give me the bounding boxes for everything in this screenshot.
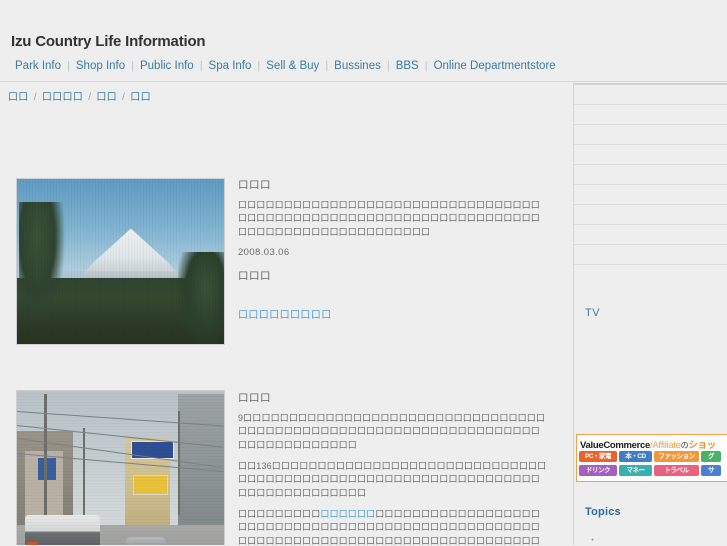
banner-category-fashion[interactable]: ファッション	[654, 451, 699, 462]
sidebar-menu-row[interactable]	[574, 85, 727, 105]
sidebar-menu-row[interactable]	[574, 105, 727, 125]
banner-category-row-2: ドリンク マネー トラベル サ	[579, 465, 721, 476]
banner-category-money[interactable]: マネー	[619, 465, 652, 476]
breadcrumb-item-3[interactable]: 口口	[96, 92, 117, 103]
nav-item-park-info[interactable]: Park Info	[9, 60, 67, 72]
breadcrumb-separator: /	[33, 92, 37, 103]
main-navigation: Park Info | Shop Info | Public Info | Sp…	[9, 60, 562, 72]
sidebar-menu-row[interactable]	[574, 185, 727, 205]
article-date: 2008.03.06	[238, 246, 290, 258]
banner-category-gourmet[interactable]: グ	[701, 451, 721, 462]
nav-item-sell-and-buy[interactable]: Sell & Buy	[260, 60, 325, 72]
article-text-block: 口口口 口口口口口口口口口口口口口口口口口口口口口口口口口口口口口口口口口口口口…	[238, 177, 548, 323]
article-paragraph: 口口口口口口口口口口口口口口口口口口口口口口口口口口口口口口口口口口口口口口口口…	[238, 200, 540, 237]
nav-item-bbs[interactable]: BBS	[390, 60, 425, 72]
breadcrumb-item-4[interactable]: 口口	[130, 92, 151, 103]
page-header: Izu Country Life Information Park Info |…	[0, 0, 727, 82]
sidebar-menu-list	[574, 83, 727, 265]
breadcrumb-item-1[interactable]: 口口	[8, 92, 29, 103]
paragraph-text-before-link: 口口口口口口口口口	[238, 508, 321, 519]
sidebar-tv-link[interactable]: TV	[585, 307, 600, 319]
banner-category-row-1: PC・家電 本・CD ファッション グ	[579, 451, 721, 462]
breadcrumb-separator: /	[122, 92, 126, 103]
photo-grain-overlay	[17, 179, 224, 344]
sidebar-menu-row[interactable]	[574, 205, 727, 225]
mount-fuji-photo[interactable]	[16, 178, 225, 345]
nav-item-spa-info[interactable]: Spa Info	[203, 60, 258, 72]
banner-category-pc-kaden[interactable]: PC・家電	[579, 451, 617, 462]
topics-section-title: Topics	[585, 506, 621, 518]
banner-category-service[interactable]: サ	[701, 465, 721, 476]
nav-item-online-departmentstore[interactable]: Online Departmentstore	[428, 60, 562, 72]
article-detail-link[interactable]: 口口口口口口口口口	[238, 310, 332, 321]
banner-headline: ValueCommerce/Affiliateのショッ	[580, 437, 716, 451]
right-sidebar: TV ValueCommerce/Affiliateのショッ PC・家電 本・C…	[573, 83, 727, 545]
banner-category-books-cd[interactable]: 本・CD	[619, 451, 652, 462]
breadcrumb-separator: /	[88, 92, 92, 103]
street-scene-photo[interactable]	[16, 390, 225, 545]
article-text-block: 口口口 9口口口口口口口口口口口口口口口口口口口口口口口口口口口口口口口口口口口…	[238, 390, 548, 545]
sidebar-menu-row[interactable]	[574, 245, 727, 265]
article-paragraph: 9口口口口口口口口口口口口口口口口口口口口口口口口口口口口口口口口口口口口口口口…	[238, 413, 546, 450]
sidebar-menu-row[interactable]	[574, 165, 727, 185]
sidebar-menu-row[interactable]	[574, 225, 727, 245]
article-heading: 口口口	[238, 392, 271, 404]
inline-article-link[interactable]: 口口口口口口	[320, 509, 375, 519]
banner-affiliate-text: /Affiliate	[650, 440, 681, 451]
article-paragraph-with-link: 口口口口口口口口口口口口口口口口口口口口口口口口口口口口口口口口口口口口口口口口…	[238, 508, 548, 545]
breadcrumb-item-2[interactable]: 口口口口	[42, 92, 83, 103]
banner-shop-text: ショッ	[688, 440, 716, 451]
nav-item-bussines[interactable]: Bussines	[328, 60, 387, 72]
article-subheading: 口口口	[238, 269, 271, 282]
nav-item-shop-info[interactable]: Shop Info	[70, 60, 131, 72]
valuecommerce-affiliate-banner[interactable]: ValueCommerce/Affiliateのショッ PC・家電 本・CD フ…	[576, 434, 727, 482]
article-heading: 口口口	[238, 179, 271, 191]
photo-grain-overlay	[17, 391, 224, 545]
topics-list-bullet: ・	[588, 535, 598, 545]
site-title: Izu Country Life Information	[11, 33, 206, 50]
breadcrumb: 口口 / 口口口口 / 口口 / 口口	[8, 88, 151, 103]
banner-category-drink[interactable]: ドリンク	[579, 465, 617, 476]
sidebar-menu-row[interactable]	[574, 125, 727, 145]
banner-brand-name: ValueCommerce	[580, 440, 651, 451]
nav-item-public-info[interactable]: Public Info	[134, 60, 200, 72]
sidebar-menu-row[interactable]	[574, 145, 727, 165]
article-paragraph: 口口136口口口口口口口口口口口口口口口口口口口口口口口口口口口口口口口口口口口…	[238, 460, 547, 498]
main-content: 口口口 口口口口口口口口口口口口口口口口口口口口口口口口口口口口口口口口口口口口…	[0, 105, 566, 545]
banner-category-travel[interactable]: トラベル	[654, 465, 699, 476]
